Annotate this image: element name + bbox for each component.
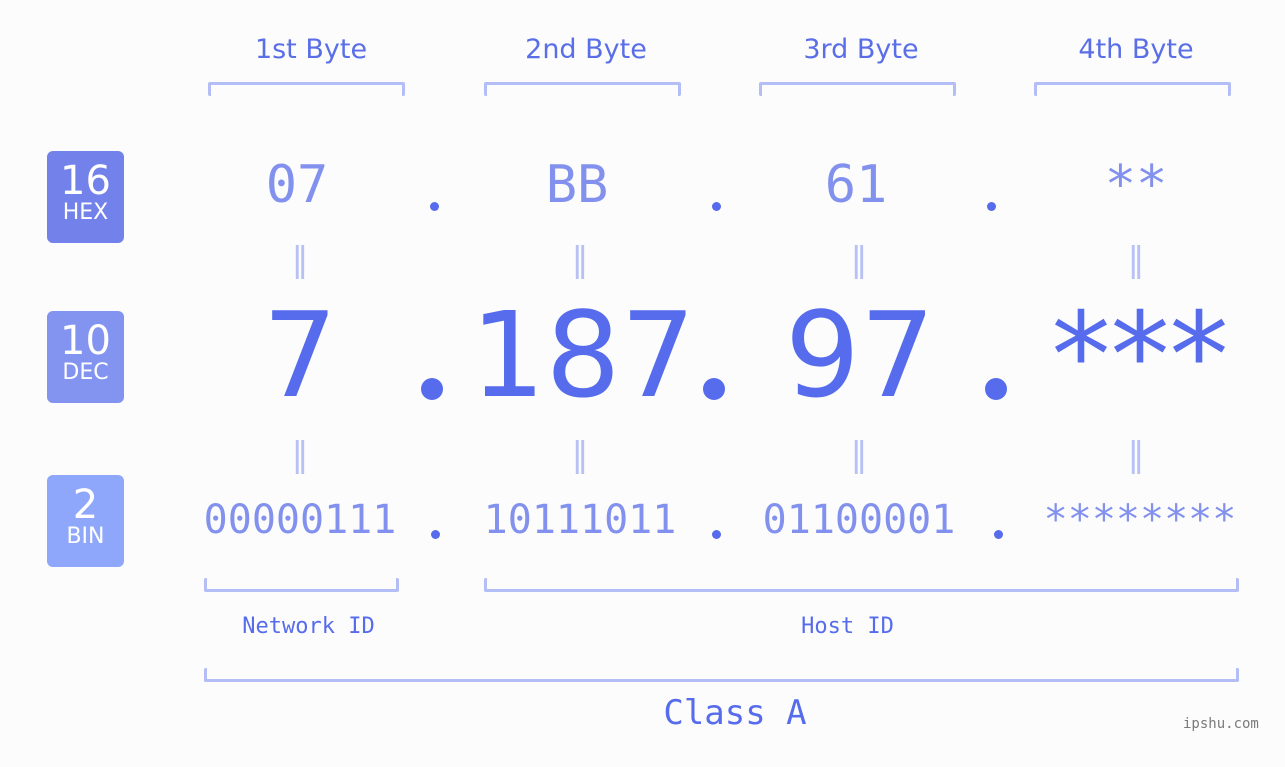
byte-header-3: 3rd Byte (803, 34, 919, 65)
bin-dot-3 (994, 530, 1003, 539)
dec-dot-1 (421, 378, 443, 400)
byte-bracket-3 (759, 82, 956, 96)
dec-badge: 10 DEC (47, 311, 124, 403)
hex-byte-4: ** (1104, 155, 1168, 215)
dec-dot-3 (985, 378, 1007, 400)
hex-badge-number: 16 (60, 158, 111, 204)
bin-badge-label: BIN (66, 524, 105, 549)
dec-byte-4: *** (1051, 286, 1229, 424)
equals-sign: ‖ (291, 435, 309, 475)
bin-byte-1: 00000111 (203, 497, 397, 543)
bin-byte-3: 01100001 (762, 497, 956, 543)
byte-bracket-1 (208, 82, 405, 96)
dec-badge-number: 10 (60, 318, 111, 364)
dec-badge-label: DEC (62, 360, 109, 385)
bin-dot-2 (712, 530, 721, 539)
hex-badge-label: HEX (62, 200, 109, 225)
byte-bracket-2 (484, 82, 681, 96)
equals-sign: ‖ (291, 240, 309, 280)
network-id-bracket (204, 578, 399, 592)
hex-dot-2 (712, 202, 721, 211)
dec-dot-2 (703, 378, 725, 400)
bin-badge: 2 BIN (47, 475, 124, 567)
hex-dot-3 (987, 202, 996, 211)
equals-sign: ‖ (850, 435, 868, 475)
dec-byte-2: 187 (470, 286, 696, 424)
bin-badge-number: 2 (72, 482, 99, 528)
hex-dot-1 (430, 202, 439, 211)
equals-sign: ‖ (1127, 240, 1145, 280)
bin-byte-4: ******** (1043, 497, 1237, 543)
hex-byte-1: 07 (265, 155, 329, 215)
host-id-label: Host ID (801, 614, 894, 639)
network-id-label: Network ID (242, 614, 375, 639)
byte-header-1: 1st Byte (254, 34, 368, 65)
host-id-bracket (484, 578, 1239, 592)
watermark: ipshu.com (1183, 716, 1259, 732)
class-bracket (204, 668, 1239, 682)
equals-sign: ‖ (850, 240, 868, 280)
dec-byte-3: 97 (784, 286, 936, 424)
class-label: Class A (663, 693, 807, 733)
byte-header-2: 2nd Byte (525, 34, 647, 65)
bin-dot-1 (431, 530, 440, 539)
bin-byte-2: 10111011 (483, 497, 677, 543)
hex-byte-2: BB (545, 155, 609, 215)
equals-sign: ‖ (1127, 435, 1145, 475)
byte-header-4: 4th Byte (1078, 34, 1194, 65)
equals-sign: ‖ (571, 435, 589, 475)
hex-badge: 16 HEX (47, 151, 124, 243)
dec-byte-1: 7 (262, 286, 338, 424)
equals-sign: ‖ (571, 240, 589, 280)
byte-bracket-4 (1034, 82, 1231, 96)
hex-byte-3: 61 (824, 155, 888, 215)
